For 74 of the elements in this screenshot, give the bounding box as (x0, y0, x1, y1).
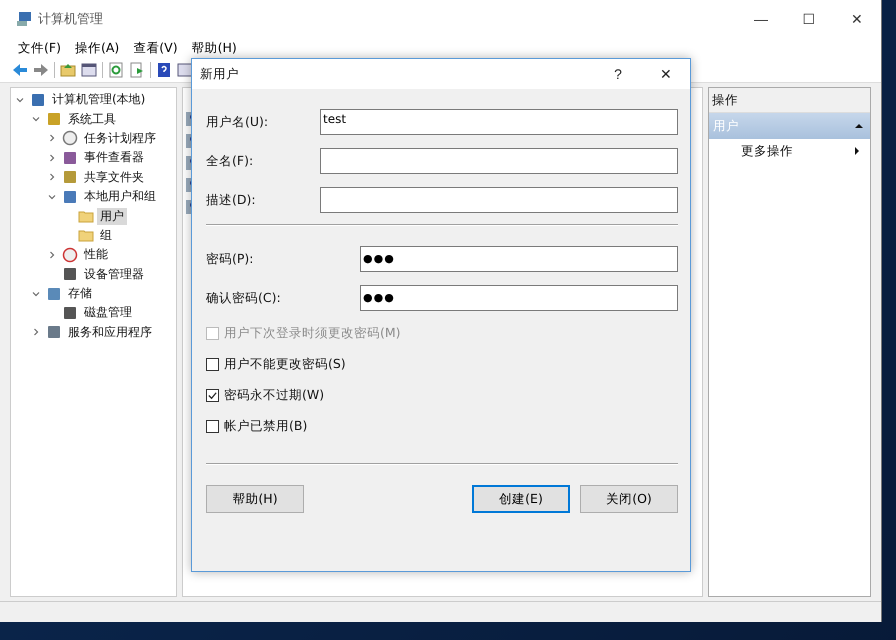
tree-node-icon (62, 304, 78, 321)
help-button[interactable]: ? (594, 59, 642, 89)
pane-icon[interactable] (81, 62, 97, 78)
action-item[interactable]: 更多操作 (709, 139, 870, 163)
tree-item[interactable]: 存储 (65, 285, 95, 302)
checkbox[interactable] (206, 389, 219, 402)
expand-chevron-icon[interactable] (47, 152, 57, 163)
export-icon[interactable] (129, 62, 145, 78)
menu-item[interactable]: 查看(V) (127, 38, 184, 58)
password-field[interactable]: ●●● (360, 246, 678, 272)
checkbox-label: 用户下次登录时须更改密码(M) (224, 325, 401, 342)
menu-item[interactable]: 帮助(H) (186, 38, 243, 58)
checkbox-label: 密码永不过期(W) (224, 387, 324, 404)
pane-icon[interactable] (177, 62, 193, 78)
window-control[interactable]: — (737, 0, 785, 38)
input-field[interactable] (320, 187, 678, 213)
section-title: 用户 (713, 118, 739, 134)
tree-node-icon (62, 266, 78, 282)
tree-item[interactable]: 计算机管理(本地) (49, 91, 148, 108)
dialog-title: 新用户 (200, 66, 239, 82)
field-label: 全名(F): (206, 152, 254, 170)
expand-chevron-icon[interactable] (47, 133, 57, 144)
tree-item[interactable]: 磁盘管理 (81, 304, 135, 322)
input-field[interactable]: test (320, 109, 678, 135)
tree-item[interactable]: 系统工具 (65, 110, 119, 128)
tree-node-icon (46, 111, 62, 128)
refresh-icon[interactable] (108, 62, 124, 78)
tree-item[interactable]: 事件查看器 (81, 149, 147, 166)
menu-item[interactable]: 操作(A) (68, 38, 126, 58)
tree-item[interactable]: 用户 (97, 208, 127, 225)
checkbox-label: 用户不能更改密码(S) (224, 356, 346, 373)
window-title: 计算机管理 (38, 11, 103, 28)
tree-node-icon (62, 188, 78, 205)
field-label: 密码(P): (206, 250, 255, 268)
tree-node-icon (46, 286, 62, 302)
dialog-button[interactable]: 关闭(O) (580, 485, 678, 513)
input-field[interactable] (320, 148, 678, 174)
tree-item[interactable]: 本地用户和组 (81, 188, 159, 206)
field-label: 描述(D): (206, 192, 257, 208)
tree-node-icon (62, 150, 78, 166)
expand-chevron-icon[interactable] (31, 327, 41, 338)
tree-item[interactable]: 共享文件夹 (81, 168, 147, 186)
password-field[interactable]: ●●● (360, 285, 678, 311)
expand-chevron-icon[interactable] (47, 172, 57, 182)
checkbox-label: 帐户已禁用(B) (224, 418, 308, 435)
tree-node-icon (46, 324, 62, 340)
tree-item[interactable]: 服务和应用程序 (65, 324, 155, 341)
checkbox[interactable] (206, 420, 219, 433)
window-control[interactable]: ✕ (833, 0, 881, 38)
actions-header: 操作 (709, 88, 870, 113)
computer-management-icon (16, 11, 32, 27)
tree-node-icon (62, 130, 78, 146)
field-label: 用户名(U): (206, 114, 270, 130)
tree-item[interactable]: 性能 (81, 246, 111, 264)
help-icon[interactable] (156, 62, 172, 78)
tree-node-icon (30, 92, 46, 108)
dialog-button[interactable]: 帮助(H) (206, 485, 304, 513)
expand-chevron-icon[interactable] (47, 250, 57, 260)
menu-item[interactable]: 文件(F) (12, 38, 67, 58)
back-arrow-icon[interactable] (12, 62, 28, 78)
tree-item[interactable]: 任务计划程序 (81, 130, 159, 147)
tree-item[interactable]: 组 (97, 226, 115, 244)
forward-arrow-icon[interactable] (33, 62, 49, 78)
submenu-arrow-icon (852, 146, 862, 156)
tree-item[interactable]: 设备管理器 (81, 266, 147, 283)
checkbox[interactable] (206, 358, 219, 371)
folder-up-icon[interactable] (60, 62, 76, 78)
collapse-triangle-icon[interactable] (854, 121, 864, 131)
tree-node-icon (62, 169, 78, 186)
field-label: 确认密码(C): (206, 290, 282, 306)
tree-node-icon (62, 246, 78, 263)
close-button[interactable]: ✕ (642, 59, 690, 89)
dialog-button[interactable]: 创建(E) (472, 485, 570, 513)
window-control[interactable]: ☐ (785, 0, 833, 38)
